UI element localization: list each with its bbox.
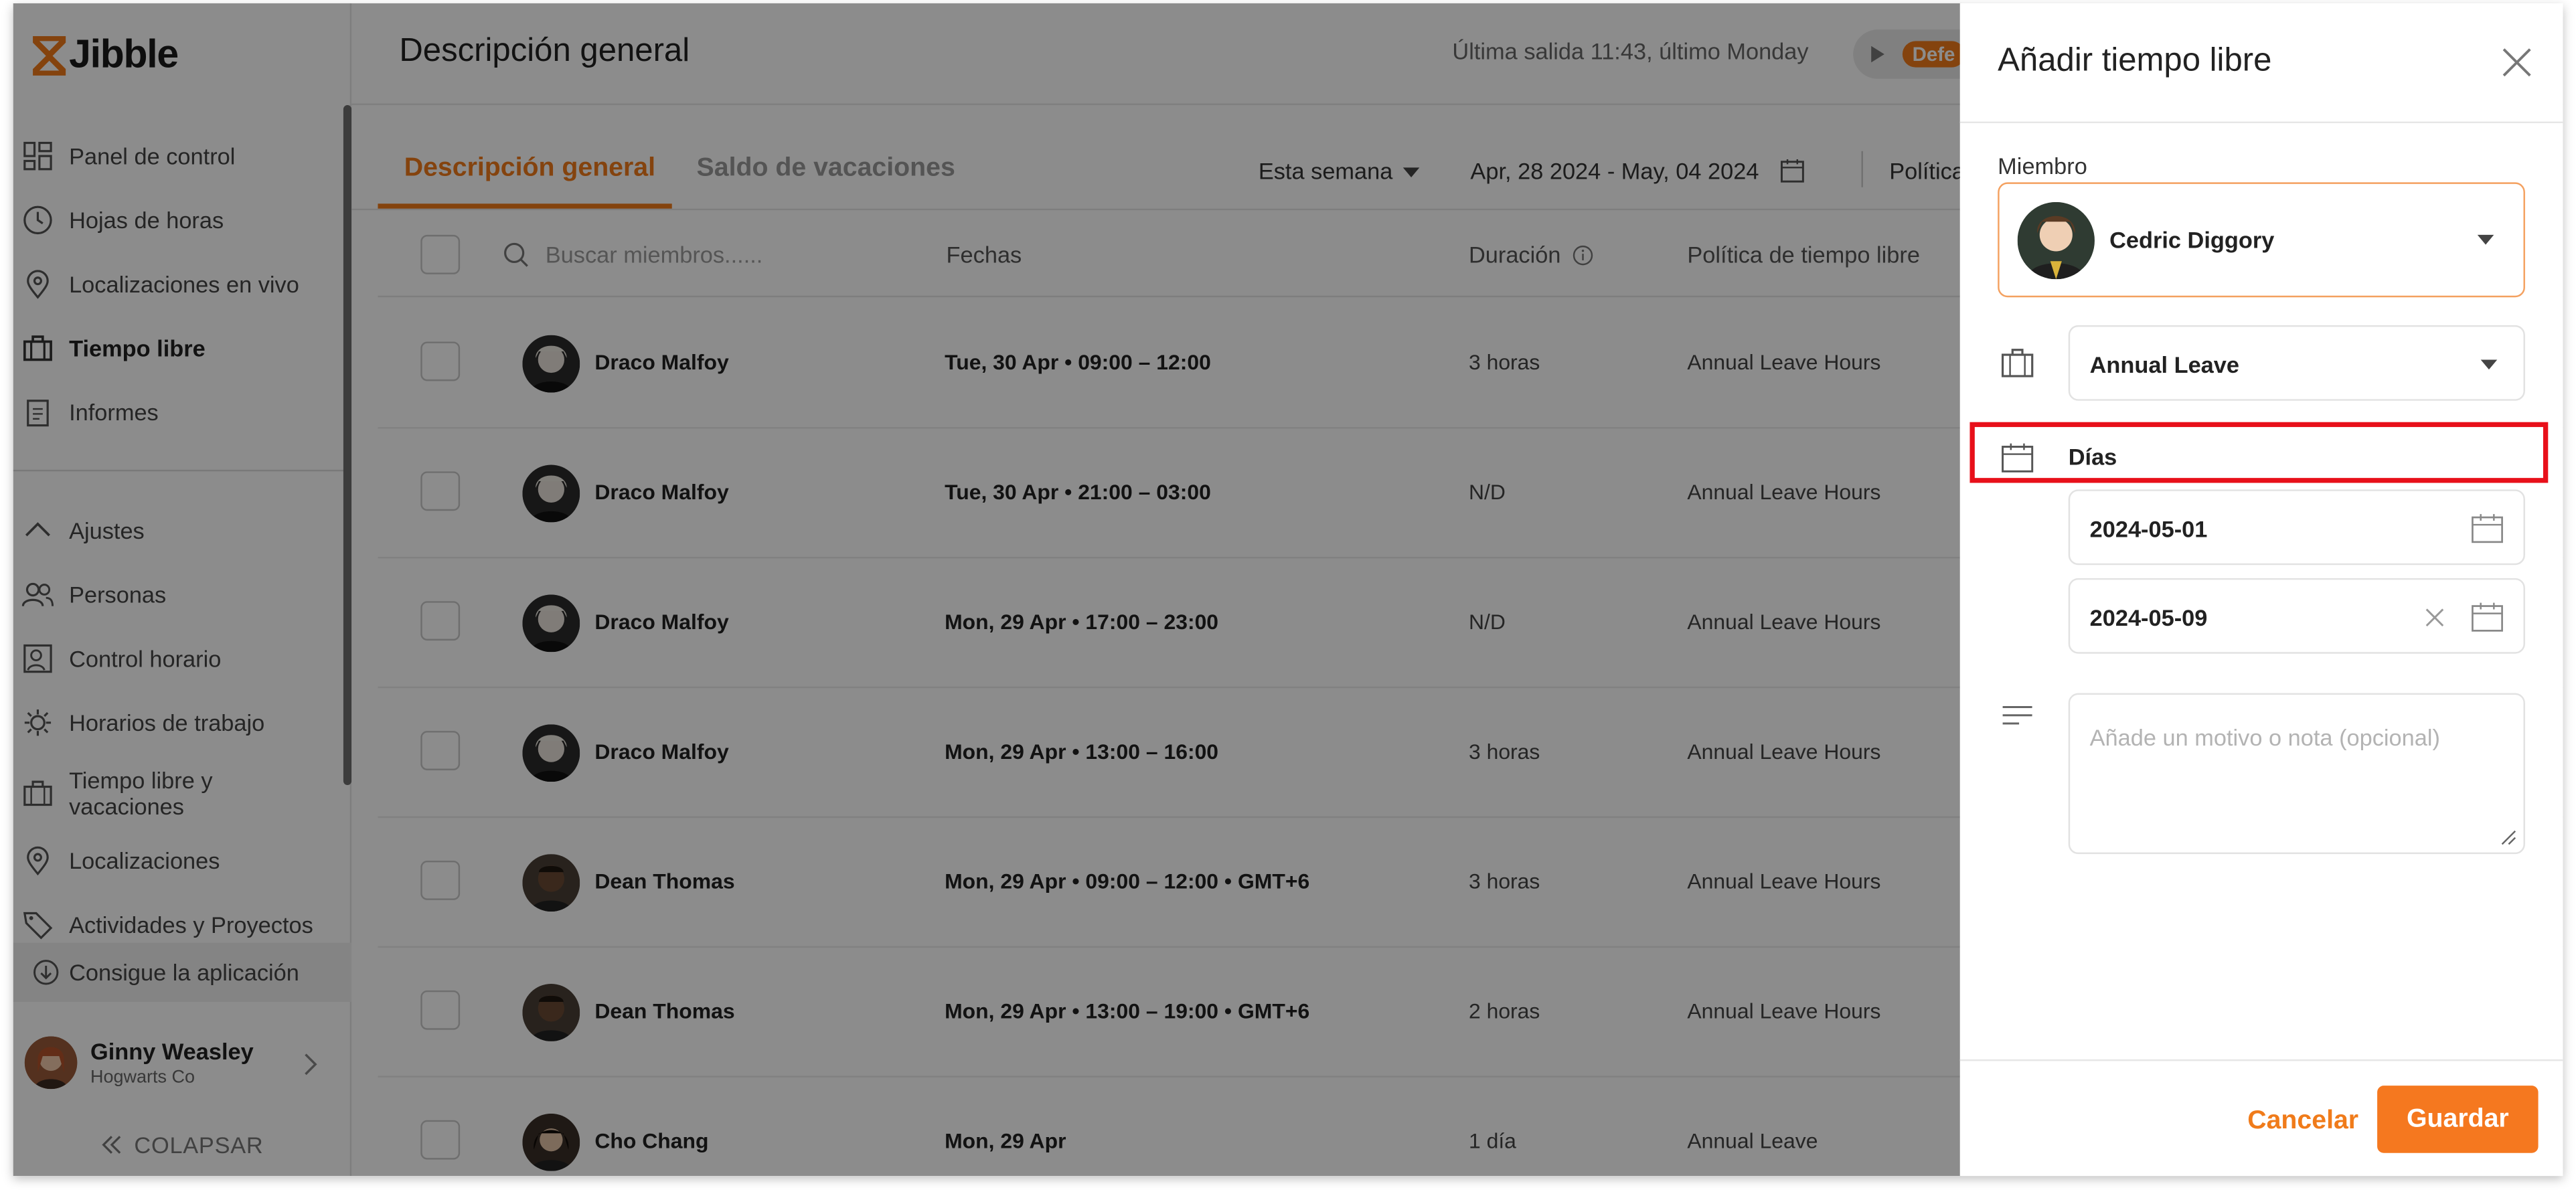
end-date-field[interactable]: 2024-05-09 <box>2068 578 2525 654</box>
calendar-icon <box>2002 443 2034 473</box>
drawer-header-divider <box>1959 121 2563 124</box>
leave-type-select[interactable]: Annual Leave <box>2068 325 2525 401</box>
avatar <box>2017 201 2095 280</box>
start-date-value: 2024-05-01 <box>2089 515 2208 542</box>
calendar-icon[interactable] <box>2471 601 2504 632</box>
drawer-title: Añadir tiempo libre <box>1998 42 2272 79</box>
start-date-field[interactable]: 2024-05-01 <box>2068 489 2525 566</box>
clear-icon[interactable] <box>2425 608 2444 627</box>
cancel-button[interactable]: Cancelar <box>2247 1107 2358 1136</box>
caret-down-icon <box>2477 234 2494 245</box>
caret-down-icon <box>2480 359 2498 370</box>
add-time-off-drawer: Añadir tiempo libre Miembro Cedric Diggo… <box>1959 3 2563 1177</box>
close-icon[interactable] <box>2500 46 2533 79</box>
days-label: Días <box>2068 443 2117 470</box>
days-highlight-box <box>1969 422 2549 483</box>
note-lines-icon <box>2002 706 2032 725</box>
leave-type-value: Annual Leave <box>2089 351 2240 378</box>
member-label: Miembro <box>1998 153 2087 179</box>
app-window: Jibble Panel de control Hojas de horas L… <box>13 3 2563 1177</box>
save-button[interactable]: Guardar <box>2377 1086 2539 1153</box>
resize-handle-icon[interactable] <box>2500 829 2517 846</box>
note-textarea[interactable]: Añade un motivo o nota (opcional) <box>2068 693 2525 855</box>
member-select[interactable]: Cedric Diggory <box>1998 182 2525 298</box>
modal-backdrop[interactable] <box>13 3 1962 1177</box>
note-placeholder: Añade un motivo o nota (opcional) <box>2089 724 2440 751</box>
calendar-icon[interactable] <box>2471 513 2504 544</box>
member-name: Cedric Diggory <box>2109 226 2275 253</box>
end-date-value: 2024-05-09 <box>2089 604 2208 631</box>
drawer-footer-divider <box>1959 1059 2563 1061</box>
suitcase-icon <box>2001 349 2034 377</box>
